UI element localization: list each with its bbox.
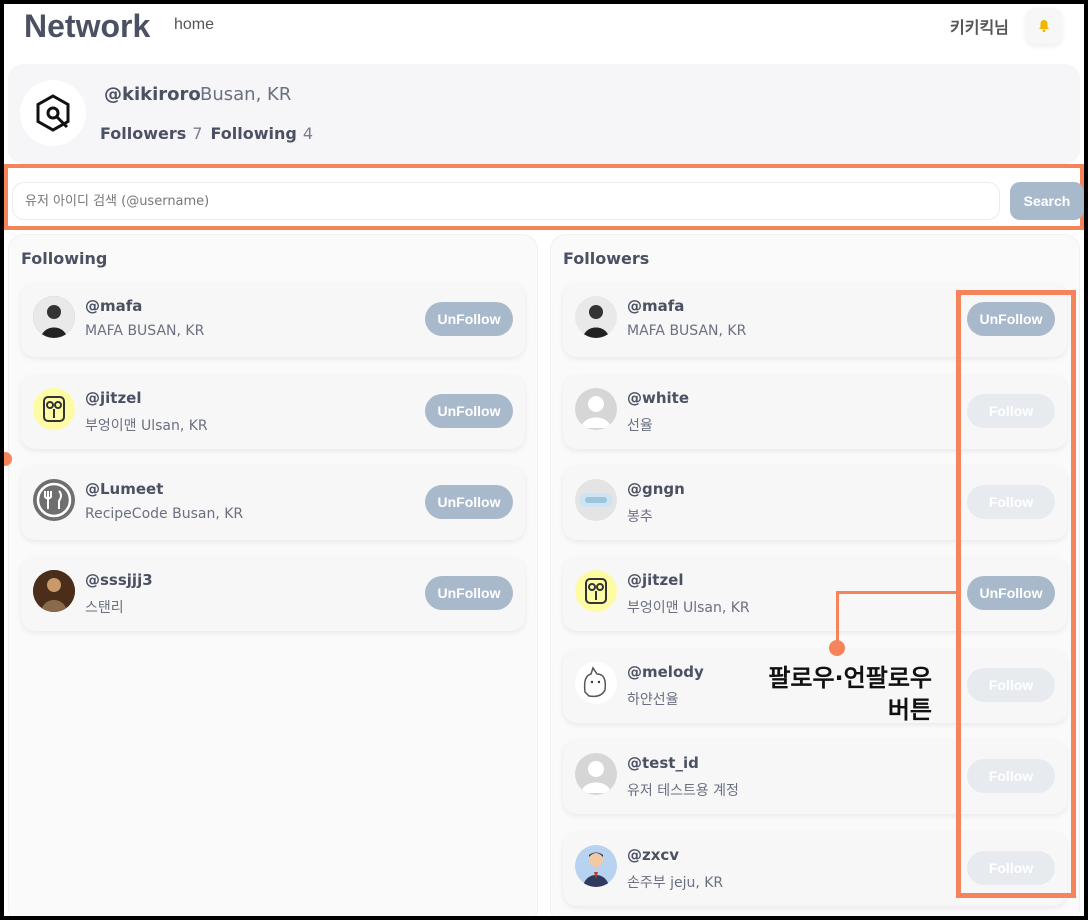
row-subtitle: 선율 [627, 418, 653, 434]
row-handle[interactable]: @jitzel [627, 571, 684, 589]
avatar [33, 296, 75, 338]
following-title: Following [21, 249, 108, 268]
avatar [575, 570, 617, 612]
person-photo-icon [575, 296, 617, 338]
row-handle[interactable]: @jitzel [85, 389, 142, 407]
row-subtitle: 봉추 [627, 509, 653, 525]
search-section-highlight: Search [4, 164, 1084, 230]
current-user-name: 키키킥님 [950, 18, 1009, 37]
avatar [575, 388, 617, 430]
avatar [575, 845, 617, 887]
callout-label-line2: 버튼 [887, 696, 932, 724]
followers-label[interactable]: Followers [100, 124, 186, 143]
profile-card: @kikiroro Busan, KR Followers 7 Following 4 [8, 64, 1080, 164]
row-subtitle: 스탠리 [85, 600, 124, 616]
avatar [575, 662, 617, 704]
unfollow-button[interactable]: UnFollow [425, 302, 513, 336]
row-subtitle: 유저 테스트용 계정 [627, 783, 739, 799]
unfollow-button[interactable]: UnFollow [425, 394, 513, 428]
row-handle[interactable]: @Lumeet [85, 480, 163, 498]
nav-home-link[interactable]: home [174, 16, 214, 34]
avatar [575, 296, 617, 338]
app-frame: Network home 키키킥님 @kikiroro Busan, KR Fo… [4, 4, 1084, 916]
following-column: Following @mafa MAFA BUSAN, KR UnFollow … [8, 234, 538, 916]
row-handle[interactable]: @melody [627, 663, 704, 681]
brand-title[interactable]: Network [24, 8, 150, 45]
followers-title: Followers [563, 249, 650, 268]
following-row: @sssjjj3 스탠리 UnFollow [21, 557, 525, 631]
callout-label-line1: 팔로우·언팔로우 [768, 664, 932, 692]
person-photo-icon [33, 570, 75, 612]
search-button[interactable]: Search [1010, 182, 1084, 220]
cutlery-icon [36, 482, 72, 518]
row-handle[interactable]: @zxcv [627, 846, 679, 864]
row-subtitle: MAFA BUSAN, KR [627, 323, 747, 339]
avatar [575, 479, 617, 521]
profile-handle: @kikiroro [104, 84, 201, 105]
following-label[interactable]: Following [210, 124, 296, 143]
row-handle[interactable]: @gngn [627, 480, 685, 498]
row-handle[interactable]: @mafa [85, 297, 142, 315]
unfollow-button[interactable]: UnFollow [425, 576, 513, 610]
profile-location: Busan, KR [200, 84, 292, 105]
unfollow-button[interactable]: UnFollow [425, 485, 513, 519]
follow-counts: Followers 7 Following 4 [100, 124, 321, 143]
cloud-image-icon [579, 493, 613, 507]
row-subtitle: MAFA BUSAN, KR [85, 323, 205, 339]
callout-line-vertical [836, 591, 839, 645]
owl-icon [43, 396, 65, 422]
avatar [33, 479, 75, 521]
row-handle[interactable]: @sssjjj3 [85, 571, 153, 589]
row-subtitle: RecipeCode Busan, KR [85, 506, 244, 522]
avatar [33, 570, 75, 612]
following-row: @Lumeet RecipeCode Busan, KR UnFollow [21, 466, 525, 540]
row-subtitle: 부엉이맨 Ulsan, KR [627, 600, 750, 616]
row-subtitle: 하얀선율 [627, 692, 679, 708]
buttons-highlight-box [956, 290, 1076, 898]
followers-count: 7 [192, 124, 203, 143]
row-handle[interactable]: @white [627, 389, 689, 407]
callout-line-horizontal [836, 591, 960, 594]
avatar [575, 753, 617, 795]
bell-icon [1039, 20, 1049, 32]
following-row: @jitzel 부엉이맨 Ulsan, KR UnFollow [21, 375, 525, 449]
top-header: Network home 키키킥님 [4, 4, 1084, 64]
person-photo-icon [33, 296, 75, 338]
row-handle[interactable]: @mafa [627, 297, 684, 315]
callout-label: 팔로우·언팔로우 버튼 [746, 662, 932, 726]
row-subtitle: 부엉이맨 Ulsan, KR [85, 418, 208, 434]
owl-icon [585, 578, 607, 604]
search-input[interactable] [12, 182, 1000, 220]
avatar [33, 388, 75, 430]
row-subtitle: 손주부 jeju, KR [627, 875, 724, 891]
bell-button[interactable] [1026, 8, 1062, 44]
following-count: 4 [302, 124, 313, 143]
following-row: @mafa MAFA BUSAN, KR UnFollow [21, 283, 525, 357]
hexagon-logo-icon [36, 94, 70, 132]
profile-avatar [20, 80, 86, 146]
default-user-icon [581, 761, 611, 793]
callout-dot [829, 640, 845, 656]
cat-doodle-icon [583, 666, 607, 698]
businessman-avatar-icon [583, 852, 609, 887]
default-user-icon [581, 396, 611, 428]
row-handle[interactable]: @test_id [627, 754, 699, 772]
